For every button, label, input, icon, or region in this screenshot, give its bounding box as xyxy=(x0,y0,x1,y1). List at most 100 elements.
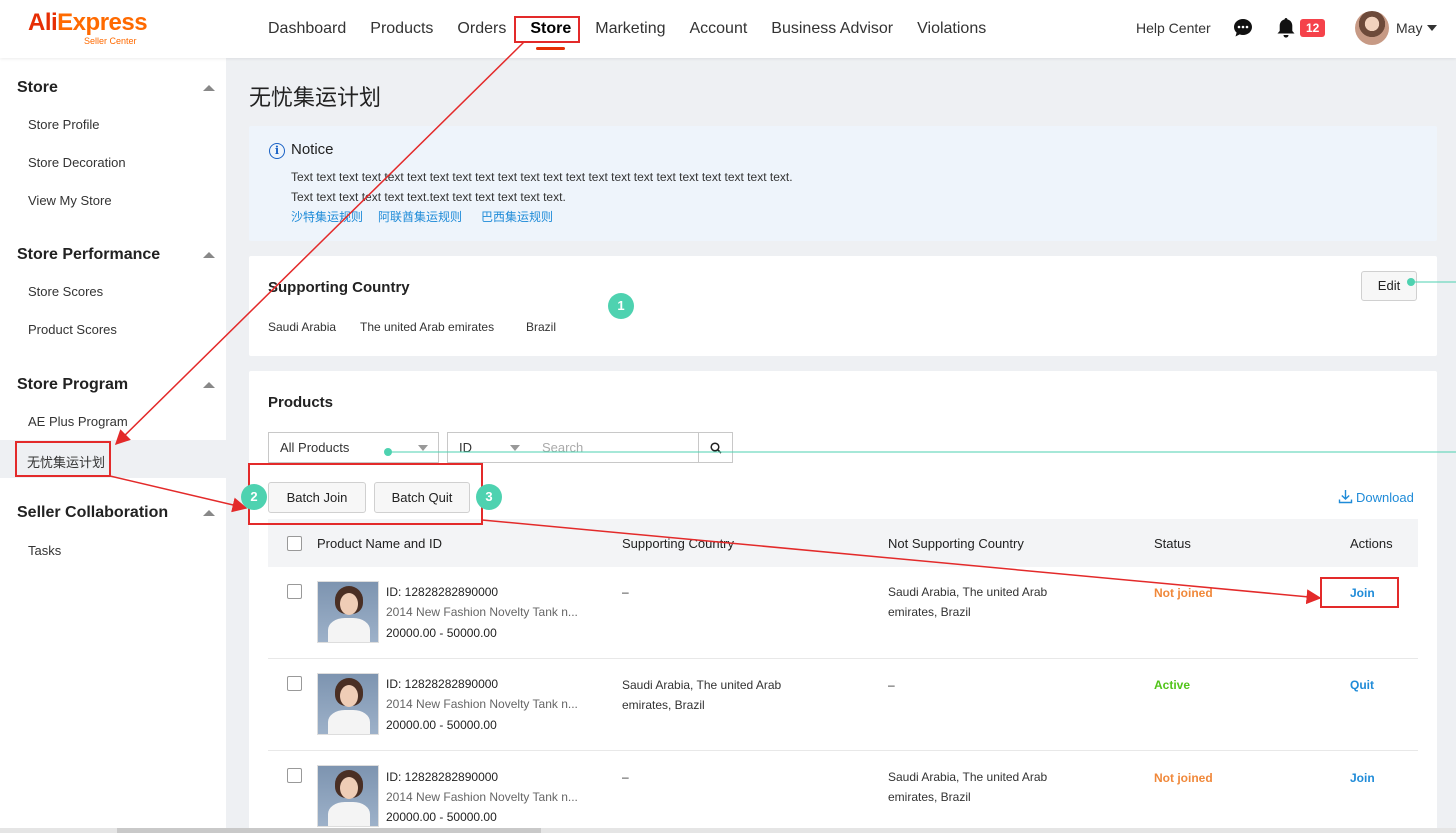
chevron-down-icon[interactable] xyxy=(1427,25,1437,31)
nav-orders[interactable]: Orders xyxy=(457,0,506,58)
sidebar-group-store[interactable]: Store xyxy=(17,79,58,97)
scrollbar-thumb[interactable] xyxy=(117,828,541,833)
id-type-select[interactable]: ID xyxy=(447,432,532,463)
quit-button[interactable]: Quit xyxy=(1350,678,1374,692)
product-price: 20000.00 - 50000.00 xyxy=(386,810,497,824)
search-button[interactable] xyxy=(698,432,733,463)
search-input[interactable] xyxy=(531,432,699,463)
chevron-down-icon xyxy=(510,445,520,451)
nav-products[interactable]: Products xyxy=(370,0,433,58)
nav-business-advisor[interactable]: Business Advisor xyxy=(771,0,893,58)
not-supporting-country-cell: – xyxy=(888,678,895,692)
nav-marketing[interactable]: Marketing xyxy=(595,0,665,58)
uae-rules-link[interactable]: 阿联酋集运规则 xyxy=(378,208,462,225)
product-thumbnail[interactable] xyxy=(317,765,379,827)
sidebar-item-tasks[interactable]: Tasks xyxy=(28,543,61,558)
supporting-country-cell: Saudi Arabia, The united Arab emirates, … xyxy=(622,678,782,712)
download-label: Download xyxy=(1356,490,1414,505)
sidebar-item-store-decoration[interactable]: Store Decoration xyxy=(28,155,126,170)
page-title: 无忧集运计划 xyxy=(249,85,382,110)
product-name[interactable]: 2014 New Fashion Novelty Tank n... xyxy=(386,697,578,711)
nav-dashboard[interactable]: Dashboard xyxy=(268,0,346,58)
sidebar-item-ae-plus-program[interactable]: AE Plus Program xyxy=(28,414,128,429)
notice-title: Notice xyxy=(291,141,334,158)
column-header: Actions xyxy=(1350,536,1393,551)
logo-subtitle: Seller Center xyxy=(84,36,137,46)
not-supporting-country-cell: Saudi Arabia, The united Arab emirates, … xyxy=(888,770,1048,804)
row-checkbox[interactable] xyxy=(287,768,302,783)
notice-text: Text text text text text text text text … xyxy=(291,170,793,184)
info-icon: i xyxy=(269,143,285,159)
select-all-checkbox[interactable] xyxy=(287,536,302,551)
row-checkbox[interactable] xyxy=(287,584,302,599)
help-center-link[interactable]: Help Center xyxy=(1136,20,1211,36)
annotation-box xyxy=(248,463,483,525)
not-supporting-country-cell: Saudi Arabia, The united Arab emirates, … xyxy=(888,585,1048,619)
saudi-rules-link[interactable]: 沙特集运规则 xyxy=(291,208,363,225)
sidebar-group-seller-collaboration[interactable]: Seller Collaboration xyxy=(17,504,168,522)
bell-icon[interactable] xyxy=(1276,17,1296,39)
join-button[interactable]: Join xyxy=(1350,771,1375,785)
supporting-country-title: Supporting Country xyxy=(268,279,410,296)
product-price: 20000.00 - 50000.00 xyxy=(386,626,497,640)
horizontal-scrollbar[interactable] xyxy=(0,828,1456,833)
collapse-arrow-icon[interactable] xyxy=(203,382,215,388)
annotation-box xyxy=(514,16,580,43)
row-divider xyxy=(268,750,1418,751)
annotation-box xyxy=(1320,577,1399,608)
product-name[interactable]: 2014 New Fashion Novelty Tank n... xyxy=(386,605,578,619)
country-tag: The united Arab emirates xyxy=(360,320,495,334)
download-link[interactable]: Download xyxy=(1338,489,1414,505)
sidebar-item-view-my-store[interactable]: View My Store xyxy=(28,193,112,208)
collapse-arrow-icon[interactable] xyxy=(203,85,215,91)
annotation-marker: 3 xyxy=(476,484,502,510)
notice-text: Text text text text text text.text text … xyxy=(291,190,566,204)
sidebar-item-store-profile[interactable]: Store Profile xyxy=(28,117,100,132)
supporting-country-cell: – xyxy=(622,770,629,784)
row-checkbox[interactable] xyxy=(287,676,302,691)
product-id: ID: 12828282890000 xyxy=(386,585,499,599)
search-icon xyxy=(709,441,722,454)
product-name[interactable]: 2014 New Fashion Novelty Tank n... xyxy=(386,790,578,804)
country-tag: Brazil xyxy=(526,320,557,334)
sidebar-item-product-scores[interactable]: Product Scores xyxy=(28,322,117,337)
product-thumbnail[interactable] xyxy=(317,673,379,735)
row-divider xyxy=(268,658,1418,659)
nav-violations[interactable]: Violations xyxy=(917,0,986,58)
chevron-down-icon xyxy=(418,445,428,451)
status-badge: Active xyxy=(1154,678,1191,692)
supporting-country-card xyxy=(249,256,1437,356)
edit-button[interactable]: Edit xyxy=(1361,271,1417,301)
logo-text: AliExpress xyxy=(28,9,148,36)
annotation-marker: 1 xyxy=(608,293,634,319)
country-tag: Saudi Arabia xyxy=(268,320,337,334)
id-type-value: ID xyxy=(459,440,472,455)
collapse-arrow-icon[interactable] xyxy=(203,510,215,516)
avatar[interactable] xyxy=(1355,11,1389,45)
status-badge: Not joined xyxy=(1154,771,1213,785)
aliexpress-logo[interactable]: AliExpress Seller Center xyxy=(28,9,148,47)
column-header: Not Supporting Country xyxy=(888,536,1024,551)
status-badge: Not joined xyxy=(1154,586,1213,600)
nav-account[interactable]: Account xyxy=(689,0,747,58)
main-nav: Dashboard Products Orders Store Marketin… xyxy=(268,0,1010,58)
collapse-arrow-icon[interactable] xyxy=(203,252,215,258)
column-header: Supporting Country xyxy=(622,536,735,551)
product-thumbnail[interactable] xyxy=(317,581,379,643)
supporting-country-cell: – xyxy=(622,585,629,599)
product-id: ID: 12828282890000 xyxy=(386,677,499,691)
annotation-box xyxy=(15,441,111,477)
chat-icon[interactable] xyxy=(1233,18,1253,38)
sidebar-group-store-performance[interactable]: Store Performance xyxy=(17,246,160,264)
brazil-rules-link[interactable]: 巴西集运规则 xyxy=(481,208,553,225)
products-title: Products xyxy=(268,394,334,411)
notification-badge: 12 xyxy=(1300,19,1326,37)
annotation-marker: 2 xyxy=(241,484,267,510)
sidebar-group-store-program[interactable]: Store Program xyxy=(17,376,128,394)
product-filter-select[interactable]: All Products xyxy=(268,432,439,463)
product-id: ID: 12828282890000 xyxy=(386,770,499,784)
top-header: AliExpress Seller Center Dashboard Produ… xyxy=(0,0,1456,58)
product-price: 20000.00 - 50000.00 xyxy=(386,718,497,732)
sidebar-item-store-scores[interactable]: Store Scores xyxy=(28,284,103,299)
user-name[interactable]: May xyxy=(1396,20,1422,36)
